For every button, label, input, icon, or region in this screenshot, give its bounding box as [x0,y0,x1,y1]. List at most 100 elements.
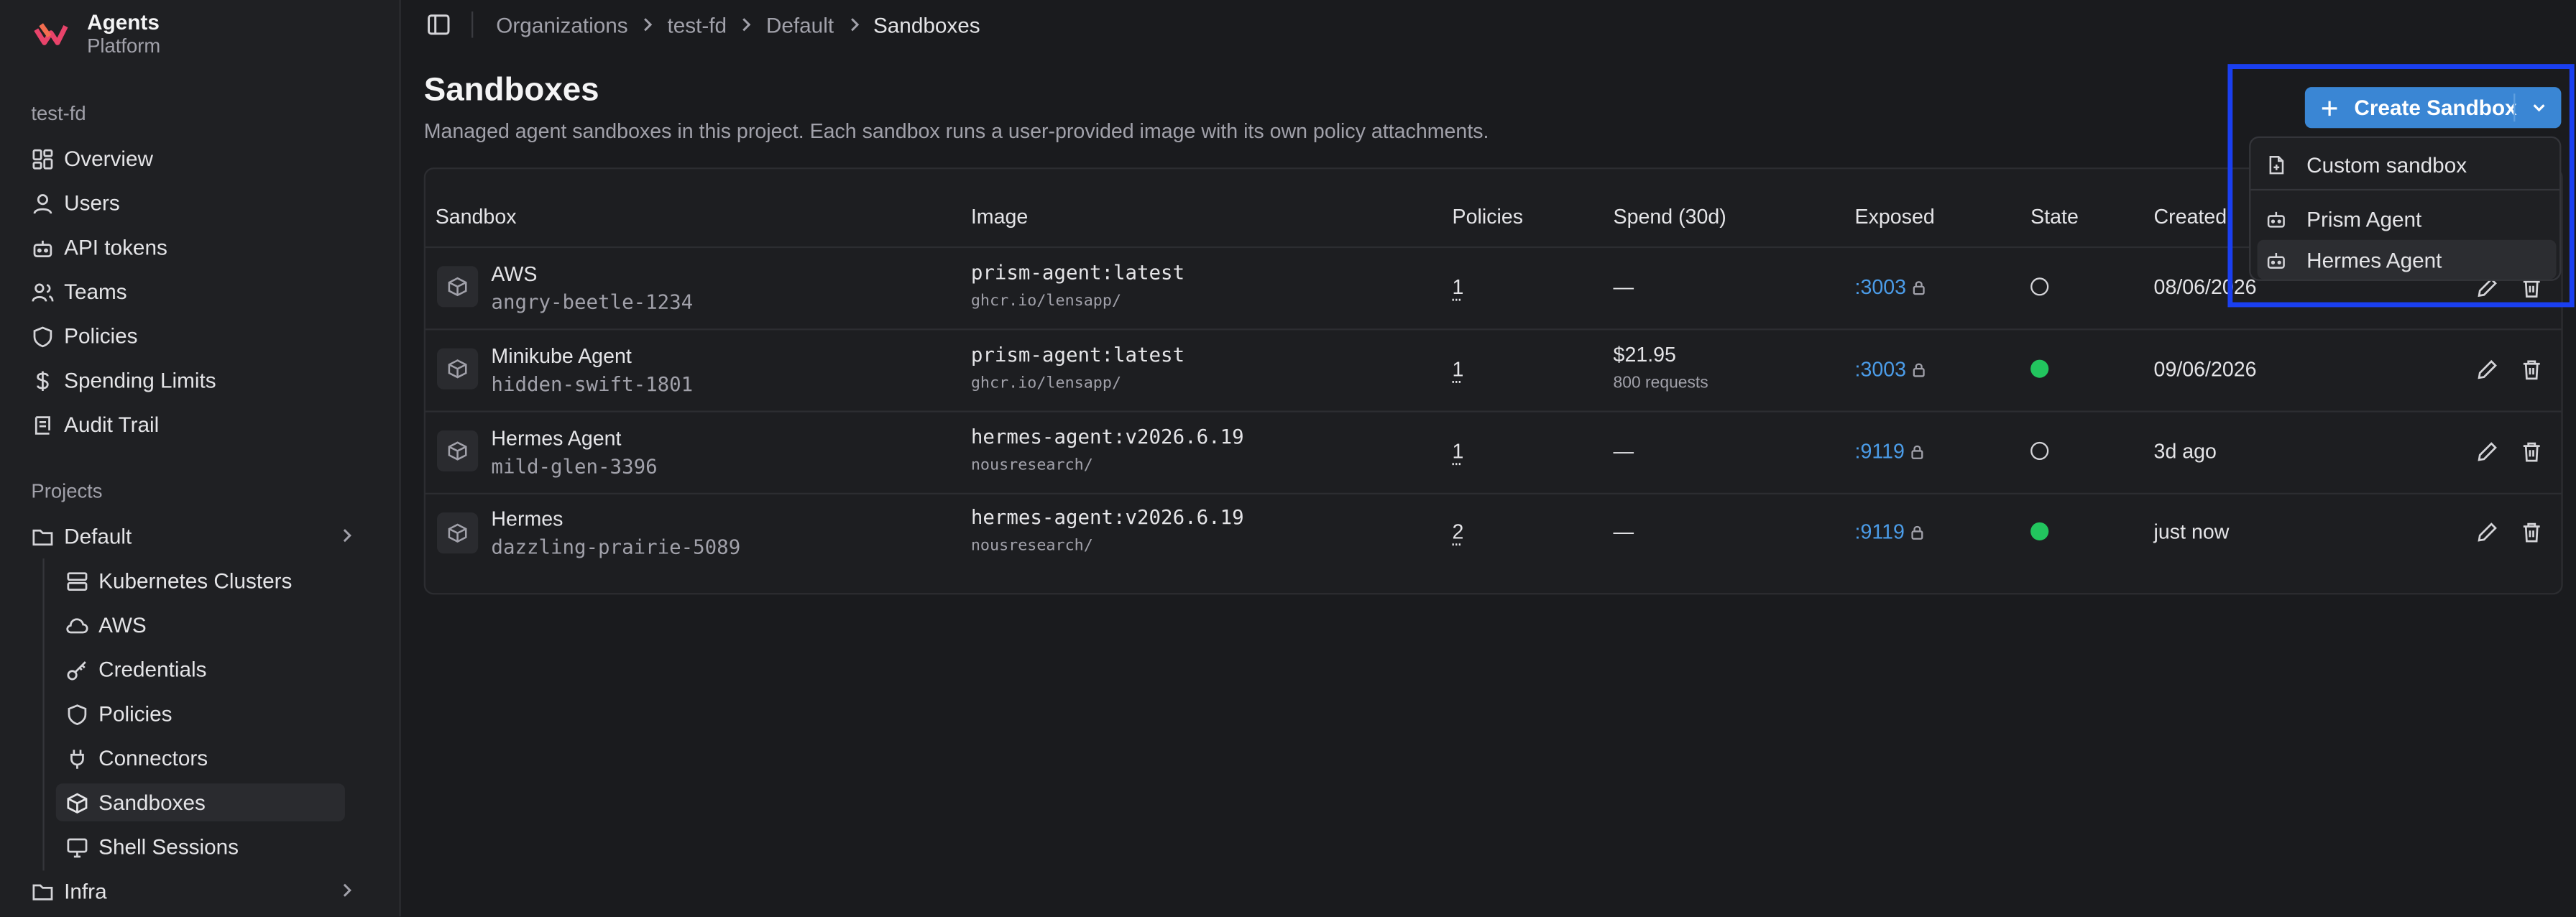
sidebar-item-shell-sessions[interactable]: Shell Sessions [56,828,345,866]
brand-subtitle: Platform [87,34,161,57]
tree-line [42,558,45,871]
sandbox-id: hidden-swift-1801 [491,372,694,396]
page-description: Managed agent sandboxes in this project.… [423,119,1489,143]
sidebar-item-audit-trail[interactable]: Audit Trail [22,406,367,444]
edit-icon[interactable] [2476,441,2499,464]
shield-icon [31,324,54,347]
image-name: hermes-agent:v2026.6.19 [970,425,1244,448]
sidebar-item-credentials[interactable]: Credentials [56,650,345,688]
cloud-icon [65,614,88,637]
sidebar-item-aws[interactable]: AWS [56,606,345,644]
spend-value: $21.95 [1613,343,1676,367]
row-divider [425,328,2562,331]
sidebar-item-label: AWS [98,612,147,637]
folder-icon [31,880,54,903]
row-divider [425,492,2562,494]
breadcrumb-org[interactable]: test-fd [667,12,727,37]
edit-icon[interactable] [2476,358,2499,381]
image-name: hermes-agent:v2026.6.19 [970,505,1244,529]
exposed-port: :3003 [1854,358,1907,382]
app-root: Agents Platform test-fd Overview Users A… [0,0,2576,917]
exposed-port-link[interactable]: :9119 [1855,441,1926,464]
exposed-port-link[interactable]: :3003 [1855,276,1928,299]
sidebar-toggle-icon[interactable] [426,11,452,38]
bot-icon [31,236,54,259]
brand-name: Agents [87,9,160,34]
sidebar-item-project-policies[interactable]: Policies [56,695,345,733]
trash-icon[interactable] [2520,441,2543,464]
sandbox-id: mild-glen-3396 [491,455,658,479]
plug-icon [65,747,88,770]
sidebar-item-infra[interactable]: Infra [22,872,367,911]
sandbox-name[interactable]: AWS [491,263,537,286]
column-header-created[interactable]: Created [2154,206,2227,229]
column-header-exposed[interactable]: Exposed [1855,206,1935,229]
sidebar-item-users[interactable]: Users [22,184,367,222]
exposed-port-link[interactable]: :3003 [1855,358,1928,381]
exposed-port: :9119 [1854,520,1905,544]
image-registry: nousresearch/ [970,537,1093,556]
highlight-box [2227,64,2575,308]
exposed-port: :3003 [1854,275,1907,299]
topbar-divider [471,11,474,38]
sidebar-item-label: Spending Limits [64,367,216,393]
sidebar-item-spending-limits[interactable]: Spending Limits [22,361,367,400]
image-name: prism-agent:latest [970,261,1185,285]
sidebar-item-teams[interactable]: Teams [22,272,367,310]
sandbox-name[interactable]: Hermes [491,507,563,530]
sidebar-item-label: API tokens [64,234,167,260]
chevron-right-icon [638,15,657,34]
sidebar-item-overview[interactable]: Overview [22,139,367,178]
sidebar-item-sandboxes[interactable]: Sandboxes [55,783,345,821]
chevron-right-icon [737,15,756,34]
image-registry: ghcr.io/lensapp/ [970,292,1122,310]
trash-icon[interactable] [2520,358,2543,381]
column-header-policies[interactable]: Policies [1453,206,1523,229]
sidebar-item-api-tokens[interactable]: API tokens [22,229,367,267]
edit-icon[interactable] [2476,521,2499,544]
column-header-sandbox[interactable]: Sandbox [436,206,517,229]
sandbox-id: dazzling-prairie-5089 [491,535,741,559]
image-name: prism-agent:latest [970,343,1185,367]
sandbox-name[interactable]: Hermes Agent [491,427,621,450]
sidebar-item-kubernetes-clusters[interactable]: Kubernetes Clusters [56,562,345,600]
breadcrumb-project[interactable]: Default [766,12,834,37]
sidebar-item-label: Audit Trail [64,412,160,437]
lock-icon [1913,363,1926,377]
sidebar: Agents Platform test-fd Overview Users A… [0,0,401,917]
sidebar-item-label: Overview [64,146,153,171]
created-date: just now [2153,520,2230,544]
column-header-image[interactable]: Image [971,206,1028,229]
image-registry: ghcr.io/lensapp/ [970,374,1122,393]
sidebar-item-label: Users [64,190,120,216]
policies-count-link[interactable]: 1 [1453,276,1464,299]
column-header-spend[interactable]: Spend (30d) [1614,206,1726,229]
column-header-state[interactable]: State [2030,206,2079,229]
brand-logo-icon [34,23,68,45]
exposed-port-link[interactable]: :9119 [1855,521,1926,544]
image-registry: nousresearch/ [970,456,1093,475]
lock-icon [1913,281,1926,295]
sidebar-item-connectors[interactable]: Connectors [56,739,345,778]
monitor-icon [65,835,88,858]
breadcrumb: Organizations test-fd Default Sandboxes [496,12,980,37]
user-icon [31,191,54,214]
policies-count-link[interactable]: 1 [1453,358,1464,381]
policies-count-link[interactable]: 2 [1453,521,1464,544]
breadcrumb-organizations[interactable]: Organizations [496,12,627,37]
sidebar-item-policies[interactable]: Policies [22,317,367,355]
box-icon [436,430,479,471]
brand[interactable]: Agents Platform [33,9,161,60]
box-icon [436,512,479,554]
users-icon [31,280,54,303]
policies-count-link[interactable]: 1 [1453,441,1464,464]
scroll-icon [31,413,54,436]
sandbox-name[interactable]: Minikube Agent [491,345,631,368]
lock-icon [1912,525,1924,540]
lock-icon [1912,445,1924,459]
spend-value: — [1613,440,1634,464]
sidebar-item-project-default[interactable]: Default [22,517,367,556]
chevron-right-icon [844,15,863,34]
key-icon [65,658,88,681]
trash-icon[interactable] [2520,521,2543,544]
